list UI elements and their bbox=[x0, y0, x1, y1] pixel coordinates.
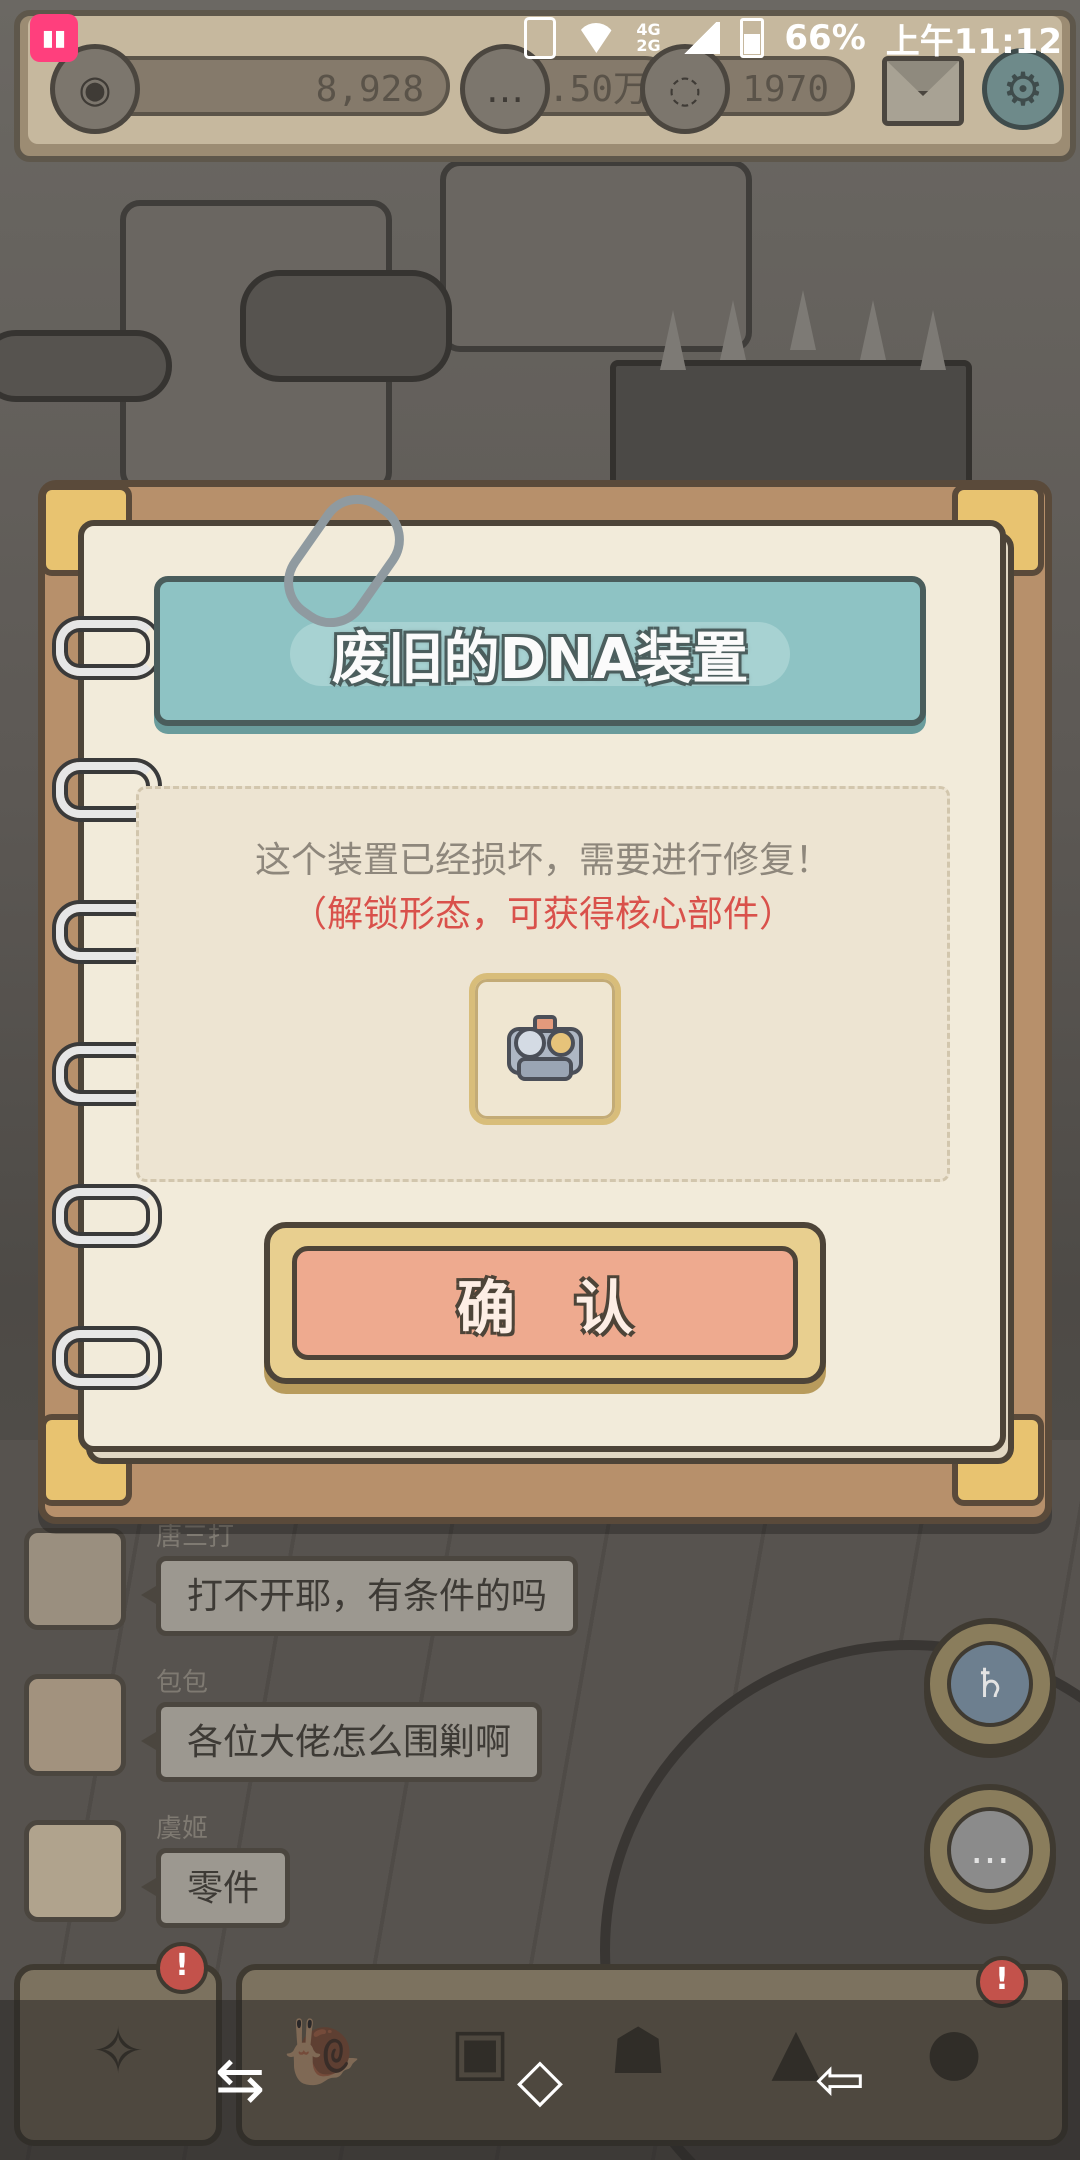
confirm-button[interactable]: 确认 bbox=[264, 1222, 826, 1384]
cell-signal-icon bbox=[680, 22, 721, 54]
chat-icon: … bbox=[947, 1807, 1033, 1893]
clock: 上午11:12 bbox=[885, 21, 1062, 62]
chat-message: 虞姬 零件 bbox=[20, 1812, 640, 1958]
voice-app-icon: ▮▮ bbox=[30, 14, 78, 62]
home-button[interactable]: ◇ bbox=[500, 2040, 580, 2120]
dialog-hint: （解锁形态，可获得核心部件） bbox=[290, 894, 795, 935]
planet-button[interactable]: ♄ bbox=[924, 1618, 1056, 1750]
binder-ring-icon bbox=[56, 1188, 158, 1244]
battery-icon bbox=[740, 18, 765, 58]
dialog-title: 废旧的DNA装置 bbox=[331, 627, 749, 692]
chat-button[interactable]: … bbox=[924, 1784, 1056, 1916]
system-status-bar: ▮▮ 4G 2G 66% 上午11:12 bbox=[0, 0, 1080, 76]
wifi-icon bbox=[576, 23, 616, 53]
vibrate-icon bbox=[524, 17, 557, 59]
character-avatar[interactable] bbox=[24, 1820, 126, 1922]
navigation-bar: ⇆ ◇ ⇦ bbox=[0, 2000, 1080, 2160]
chat-feed: 唐三打 打不开耶，有条件的吗 包包 各位大佬怎么围剿啊 虞姬 零件 bbox=[20, 1520, 640, 1958]
chat-message: 包包 各位大佬怎么围剿啊 bbox=[20, 1666, 640, 1812]
planet-icon: ♄ bbox=[947, 1641, 1033, 1727]
back-button[interactable]: ⇦ bbox=[800, 2040, 880, 2120]
chat-sender-name: 虞姬 bbox=[156, 1814, 209, 1844]
confirm-button-label: 确认 bbox=[456, 1274, 693, 1342]
dialog-title-banner: 废旧的DNA装置 bbox=[154, 576, 926, 726]
chat-message: 唐三打 打不开耶，有条件的吗 bbox=[20, 1520, 640, 1666]
dna-device-part-icon bbox=[507, 1015, 583, 1081]
character-avatar[interactable] bbox=[24, 1674, 126, 1776]
chat-bubble: 零件 bbox=[140, 1848, 291, 1928]
snail-avatar[interactable] bbox=[24, 1528, 126, 1630]
dialog-message: 这个装置已经损坏，需要进行修复！ bbox=[254, 840, 831, 881]
battery-percent: 66% bbox=[784, 18, 866, 58]
reward-item-slot[interactable] bbox=[469, 973, 621, 1125]
recent-apps-button[interactable]: ⇆ bbox=[200, 2040, 280, 2120]
chat-sender-name: 包包 bbox=[156, 1668, 209, 1698]
dialog-message-panel: 这个装置已经损坏，需要进行修复！ （解锁形态，可获得核心部件） bbox=[136, 786, 950, 1182]
chat-bubble: 打不开耶，有条件的吗 bbox=[140, 1556, 579, 1636]
network-type-label: 4G 2G bbox=[636, 20, 661, 55]
chat-bubble: 各位大佬怎么围剿啊 bbox=[140, 1702, 543, 1782]
binder-ring-icon bbox=[56, 1330, 158, 1386]
binder-ring-icon bbox=[56, 620, 158, 676]
